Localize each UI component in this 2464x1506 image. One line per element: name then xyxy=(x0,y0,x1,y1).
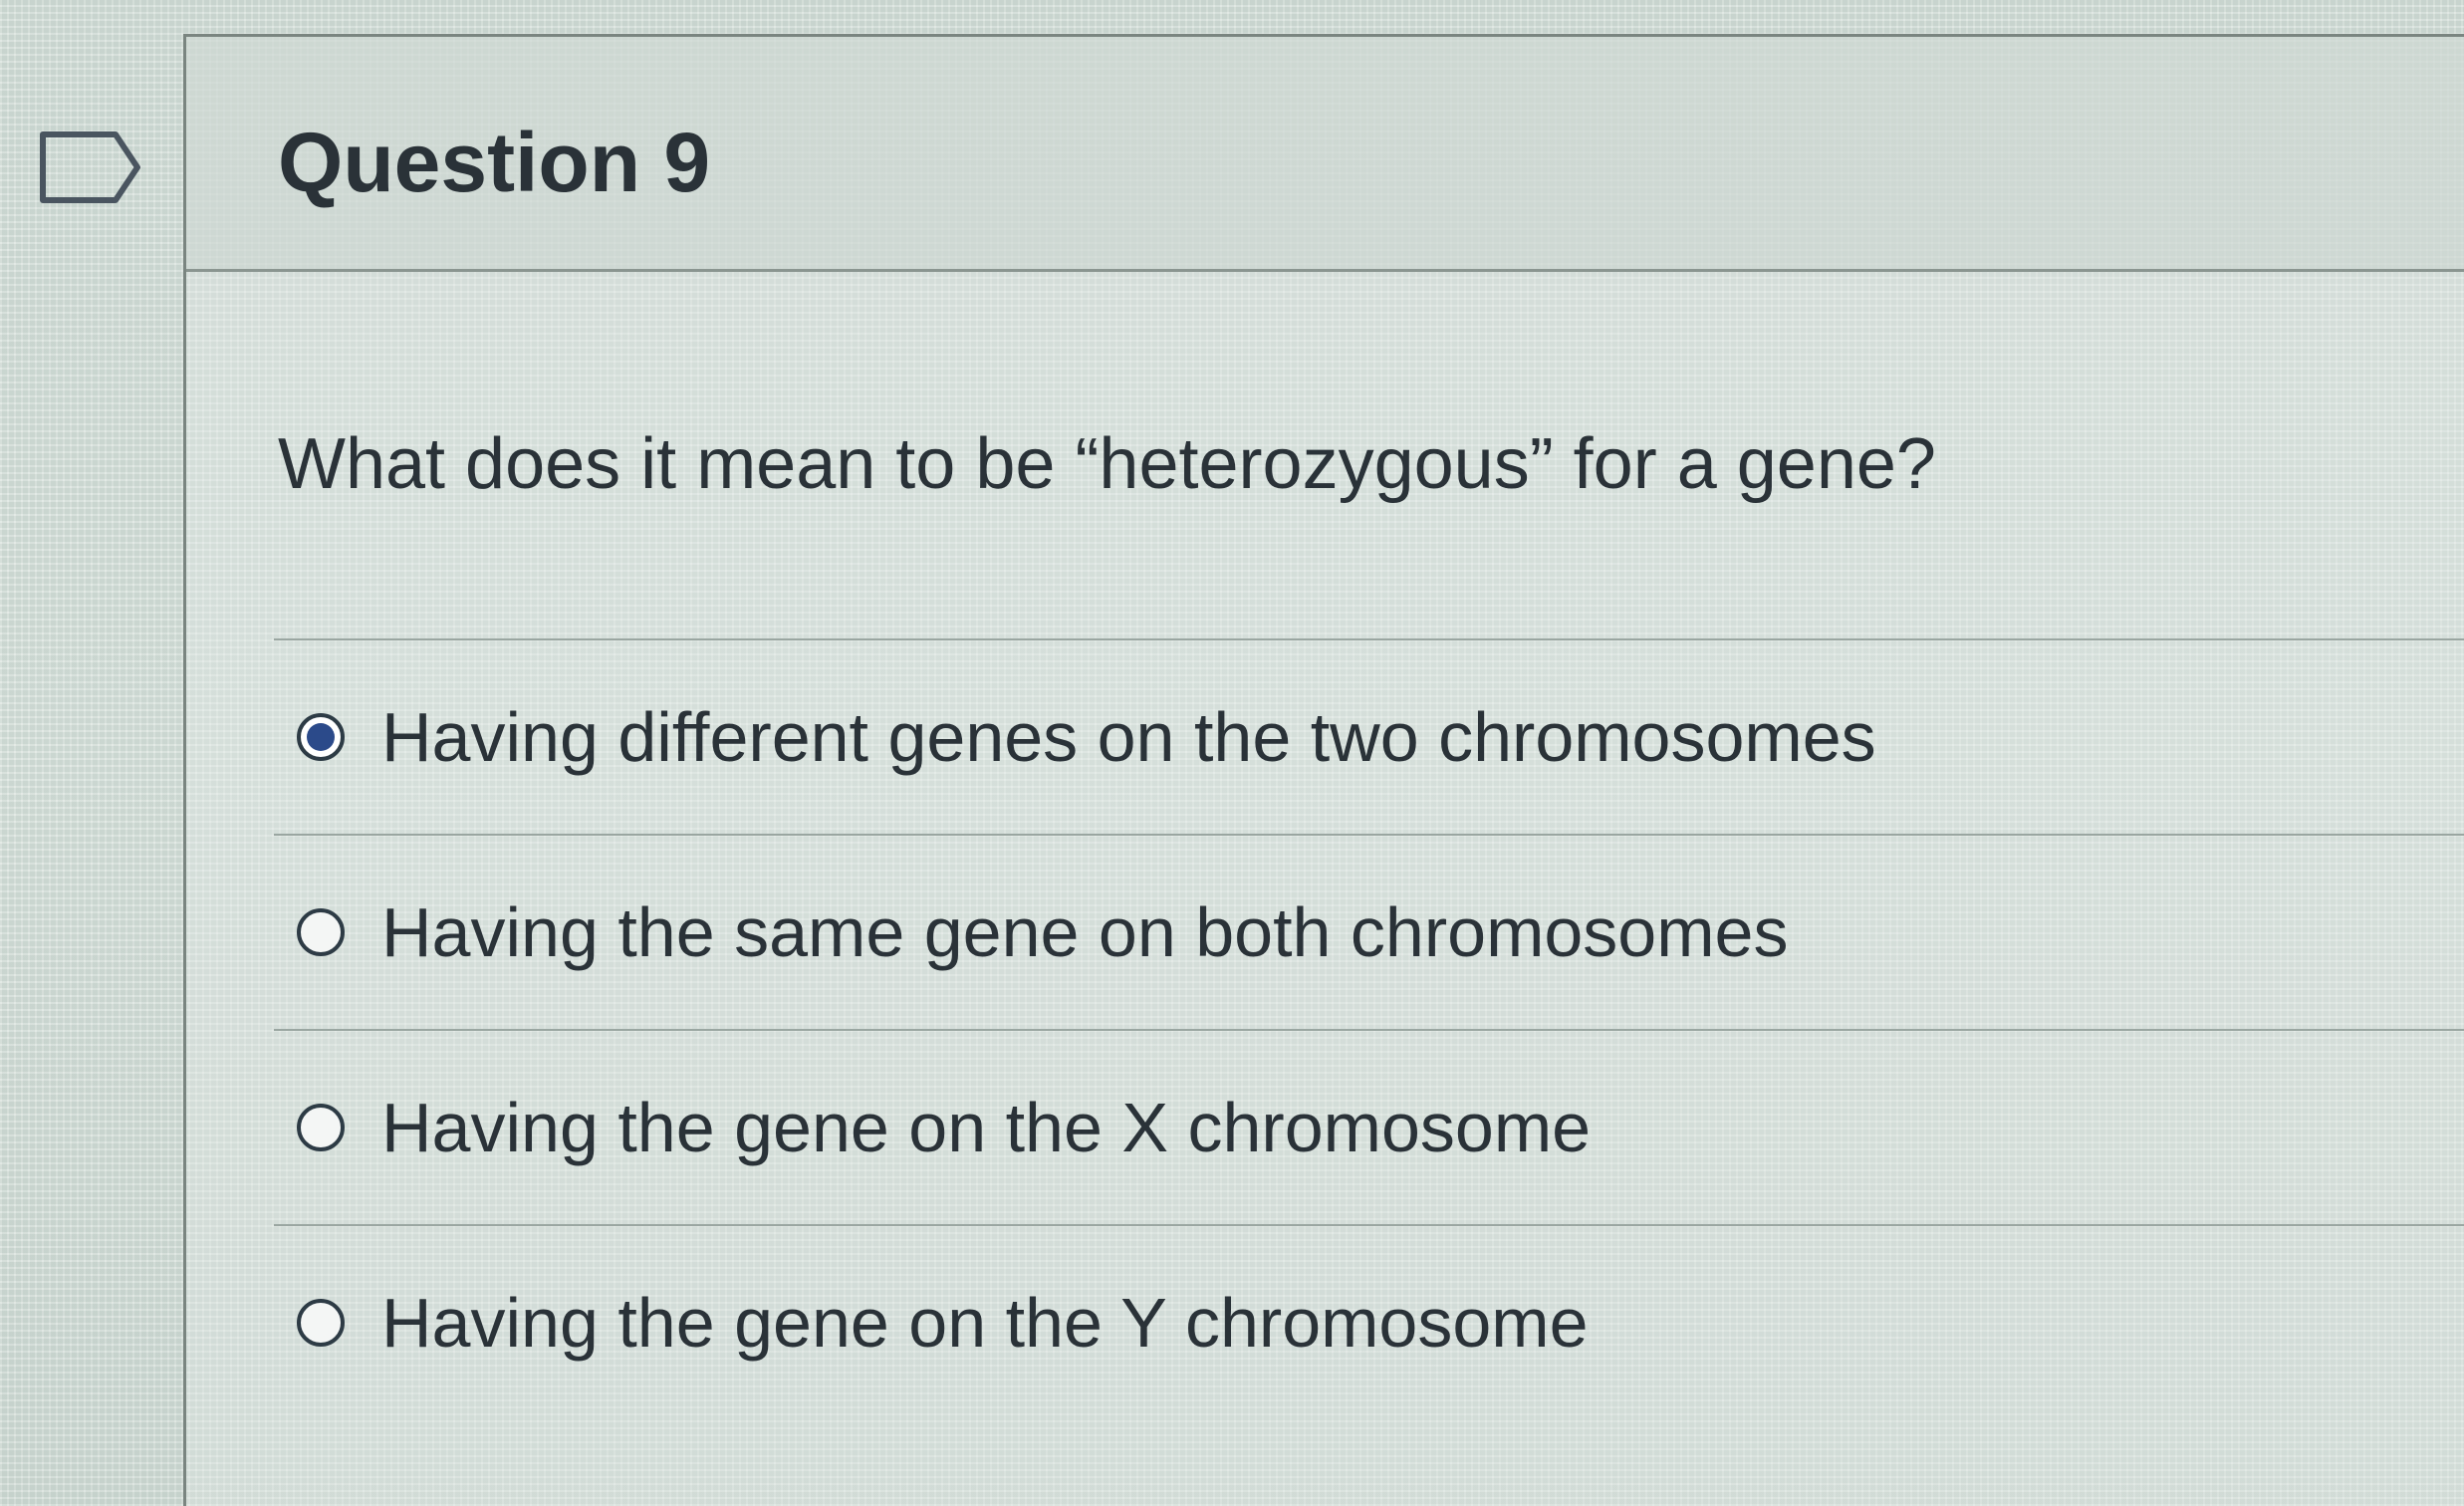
question-title: Question 9 xyxy=(278,116,711,209)
radio-unselected-icon[interactable] xyxy=(296,1103,346,1152)
answer-option[interactable]: Having the gene on the Y chromosome xyxy=(274,1224,2464,1419)
radio-selected-icon[interactable] xyxy=(296,712,346,762)
answer-option[interactable]: Having the same gene on both chromosomes xyxy=(274,834,2464,1029)
flag-question-icon xyxy=(40,131,140,203)
radio-unselected-icon[interactable] xyxy=(296,1298,346,1348)
answer-list: Having different genes on the two chromo… xyxy=(274,638,2464,1419)
answer-label: Having the same gene on both chromosomes xyxy=(381,893,1789,971)
question-card: Question 9 What does it mean to be “hete… xyxy=(183,34,2464,1506)
question-text: What does it mean to be “heterozygous” f… xyxy=(278,424,1936,504)
answer-option[interactable]: Having the gene on the X chromosome xyxy=(274,1029,2464,1224)
question-header: Question 9 xyxy=(186,37,2464,272)
answer-label: Having the gene on the X chromosome xyxy=(381,1089,1592,1166)
answer-label: Having different genes on the two chromo… xyxy=(381,698,1876,776)
flag-question-button[interactable] xyxy=(38,129,143,205)
answer-option[interactable]: Having different genes on the two chromo… xyxy=(274,638,2464,834)
answer-label: Having the gene on the Y chromosome xyxy=(381,1284,1589,1362)
radio-unselected-icon[interactable] xyxy=(296,907,346,957)
